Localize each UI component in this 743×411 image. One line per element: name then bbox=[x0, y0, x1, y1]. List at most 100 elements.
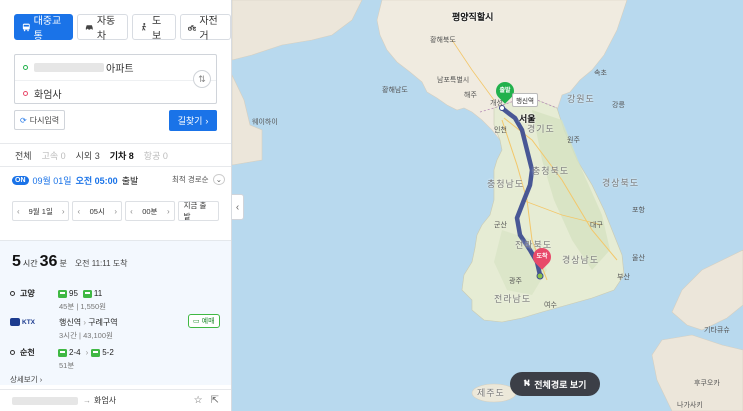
chevron-right-icon[interactable]: › bbox=[167, 207, 170, 216]
filter-tab-all[interactable]: 전체 bbox=[15, 149, 32, 162]
map-label-gangwon: 강원도 bbox=[567, 94, 595, 104]
map-label-gangneung: 강릉 bbox=[612, 102, 625, 109]
filter-tab-intercity[interactable]: 시외 3 bbox=[76, 149, 100, 162]
map-label-pohang: 포항 bbox=[632, 207, 645, 214]
chevron-right-icon[interactable]: › bbox=[114, 207, 117, 216]
route-input-box: 아파트 화엄사 ⇅ bbox=[14, 54, 217, 104]
map-label-chungbuk: 충청북도 bbox=[532, 166, 570, 176]
arrow-icon: → bbox=[83, 396, 91, 405]
duration-minutes-unit: 분 bbox=[59, 259, 67, 268]
share-icon[interactable]: ⇱ bbox=[211, 395, 219, 406]
refresh-icon: ⟳ bbox=[20, 115, 27, 125]
map-label-hwanghae-s: 황해남도 bbox=[382, 87, 408, 94]
chevron-right-icon: › bbox=[39, 375, 43, 384]
land-japan bbox=[671, 249, 743, 331]
walk-icon bbox=[142, 22, 147, 31]
chevron-right-icon: › bbox=[205, 115, 209, 126]
map-label-nampo: 남포특별시 bbox=[437, 77, 470, 84]
hour-value: 05시 bbox=[89, 206, 105, 216]
arrival-time: 오전 11:11 도착 bbox=[74, 259, 128, 268]
map-label-wonju: 원주 bbox=[567, 137, 580, 144]
map-label-chungnam: 충청남도 bbox=[487, 179, 525, 189]
hour-selector[interactable]: ‹ 05시 › bbox=[72, 201, 123, 221]
mode-tab-bicycle[interactable]: 자전거 bbox=[179, 14, 231, 42]
departure-suffix: 출발 bbox=[121, 176, 139, 186]
stop-point-icon bbox=[10, 291, 15, 296]
departure-clock: 오전 05:00 bbox=[75, 176, 118, 186]
map-view[interactable]: 평양직할시 남포특별시 황해북도 황해남도 해주 개성 웨이하이 속초 강릉 강… bbox=[232, 0, 743, 411]
map-label-gunsan: 군산 bbox=[494, 222, 507, 229]
map-label-pyongyang: 평양직할시 bbox=[452, 12, 494, 22]
day-value: 9월 1일 bbox=[28, 206, 53, 216]
filter-tab-train[interactable]: 기차 8 bbox=[110, 149, 134, 162]
book-label: 예매 bbox=[201, 318, 215, 325]
leg-meta: 45분 | 1,550원 bbox=[59, 302, 107, 311]
bottom-actions: ☆ ⇱ bbox=[194, 395, 219, 406]
chevron-left-icon[interactable]: ‹ bbox=[17, 207, 20, 216]
bus-route[interactable]: 2-4 bbox=[58, 348, 81, 357]
route-result-card[interactable]: 5 시간 36 분 오전 11:11 도착 고양 95 11 45분 | 1,5… bbox=[0, 240, 231, 385]
bus-route[interactable]: 5-2 bbox=[91, 348, 114, 357]
arrow-icon: › bbox=[85, 348, 89, 357]
bicycle-icon bbox=[187, 25, 197, 31]
depart-now-button[interactable]: 지금 출발 bbox=[177, 201, 220, 221]
start-field-value: 아파트 bbox=[106, 64, 134, 75]
sort-dropdown[interactable]: 최적 경로순 ⌄ bbox=[172, 174, 225, 185]
map-label-jeonnam: 전라남도 bbox=[494, 294, 532, 304]
minute-selector[interactable]: ‹ 00분 › bbox=[125, 201, 175, 221]
full-route-button[interactable]: ⛕ 전체경로 보기 bbox=[510, 372, 600, 396]
land-china bbox=[232, 0, 363, 61]
star-icon[interactable]: ☆ bbox=[194, 395, 203, 406]
start-field[interactable]: 아파트 bbox=[15, 55, 216, 80]
mode-tab-label: 도보 bbox=[152, 16, 162, 42]
panel-collapse-button[interactable]: ‹ bbox=[232, 194, 244, 220]
car-icon bbox=[86, 25, 93, 31]
map-label-kitakyushu: 기타큐슈 bbox=[704, 327, 730, 334]
chevron-left-icon[interactable]: ‹ bbox=[77, 207, 80, 216]
map-label-incheon: 인천 bbox=[494, 127, 507, 134]
chevron-left-icon[interactable]: ‹ bbox=[130, 207, 133, 216]
end-marker[interactable]: 도착 bbox=[529, 244, 555, 270]
bus-number: 5-2 bbox=[102, 348, 114, 357]
day-selector[interactable]: ‹ 9월 1일 › bbox=[12, 201, 70, 221]
time-selectors: ‹ 9월 1일 › ‹ 05시 › ‹ 00분 › 지금 출발 bbox=[12, 201, 220, 221]
end-field[interactable]: 화엄사 bbox=[15, 80, 216, 105]
map-label-weihai: 웨이하이 bbox=[252, 119, 278, 126]
swap-icon[interactable]: ⇅ bbox=[193, 70, 211, 88]
depart-now-label: 지금 출발 bbox=[183, 201, 207, 221]
departure-date: 09월 01일 bbox=[32, 176, 72, 186]
sort-label: 최적 경로순 bbox=[172, 175, 209, 184]
end-dot-icon bbox=[23, 90, 28, 96]
duration-hours-unit: 시간 bbox=[22, 259, 38, 268]
map-label-hwanghae-n: 황해북도 bbox=[430, 37, 456, 44]
map-label-yeosu: 여수 bbox=[544, 302, 557, 309]
mode-tab-transit[interactable]: 대중교통 bbox=[14, 14, 74, 42]
details-link[interactable]: 상세보기 › bbox=[10, 374, 42, 385]
mode-tab-label: 자전거 bbox=[199, 16, 218, 42]
book-ticket-button[interactable]: ▭ 예매 bbox=[188, 314, 220, 328]
reset-button-label: 다시입력 bbox=[29, 115, 60, 125]
mode-tab-label: 대중교통 bbox=[33, 16, 62, 42]
map-label-sokcho: 속초 bbox=[594, 70, 607, 77]
directions-panel: 대중교통 자동차 도보 자전거 아파트 화엄사 ⇅ ⟳ 다시입력 길찾기 › 전… bbox=[0, 0, 232, 411]
train-from: 행신역 bbox=[59, 318, 82, 327]
mode-tab-walk[interactable]: 도보 bbox=[132, 14, 176, 42]
mode-tab-car[interactable]: 자동차 bbox=[77, 14, 129, 42]
map-label-fukuoka: 후쿠오카 bbox=[694, 380, 720, 387]
filter-tab-express[interactable]: 고속 0 bbox=[42, 149, 66, 162]
bus-route[interactable]: 95 bbox=[58, 289, 78, 298]
route-duration: 5 시간 36 분 오전 11:11 도착 bbox=[12, 253, 128, 271]
reset-button[interactable]: ⟳ 다시입력 bbox=[14, 110, 66, 130]
train-to: 구례구역 bbox=[88, 318, 118, 327]
duration-minutes: 36 bbox=[39, 253, 58, 270]
bus-route[interactable]: 11 bbox=[82, 289, 102, 298]
filter-tab-air[interactable]: 항공 0 bbox=[144, 149, 168, 162]
chevron-right-icon[interactable]: › bbox=[62, 207, 65, 216]
on-toggle[interactable]: ON bbox=[12, 176, 29, 185]
leg-meta: 51분 bbox=[59, 361, 75, 370]
route-icon: ⛕ bbox=[523, 378, 531, 388]
leg-location: 순천 bbox=[20, 348, 35, 357]
leg-bus-destination: 순천 2-4 › 5-2 bbox=[10, 347, 119, 358]
search-route-button[interactable]: 길찾기 › bbox=[169, 110, 217, 131]
station-tag[interactable]: 행신역 bbox=[512, 93, 538, 107]
